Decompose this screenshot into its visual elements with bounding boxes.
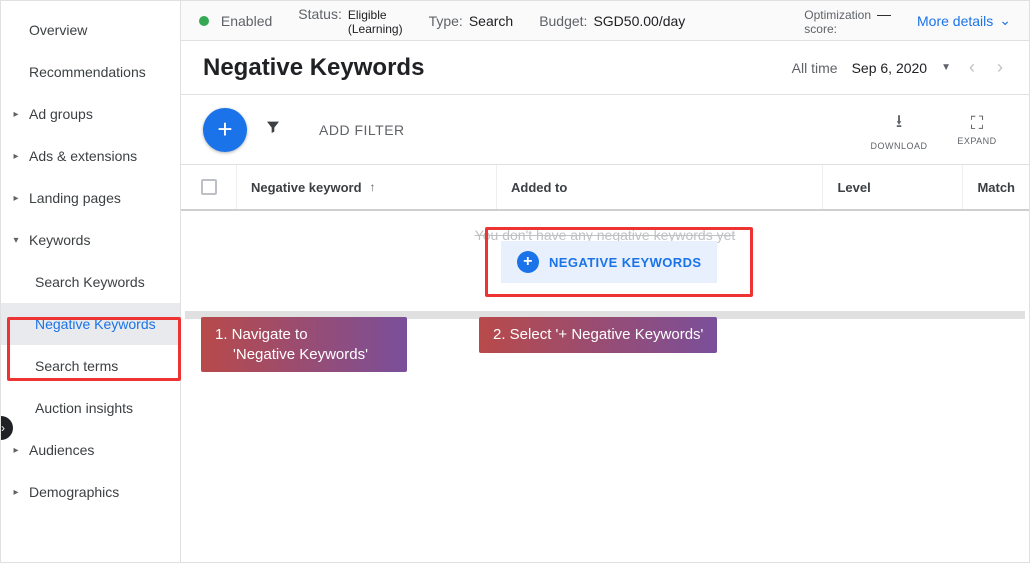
column-match[interactable]: Match xyxy=(963,165,1029,209)
empty-message: You don't have any negative keywords yet xyxy=(181,211,1029,243)
chevron-right-icon: ▸ xyxy=(9,193,23,204)
plus-icon: + xyxy=(517,251,539,273)
sidebar-item-label: Demographics xyxy=(29,484,119,500)
sidebar-item-label: Negative Keywords xyxy=(35,316,156,332)
status-enabled-label: Enabled xyxy=(221,13,272,29)
annotation-step-2: 2. Select '+ Negative Keywords' xyxy=(479,317,717,353)
sidebar-item-label: Landing pages xyxy=(29,190,121,206)
plus-icon: + xyxy=(217,114,232,145)
download-label: DOWNLOAD xyxy=(870,141,927,151)
budget-label: Budget: xyxy=(539,13,587,29)
download-button[interactable]: ⭳ DOWNLOAD xyxy=(869,109,929,151)
sidebar-item-label: Keywords xyxy=(29,232,90,248)
column-label: Negative keyword xyxy=(251,180,362,195)
date-range-label: All time xyxy=(792,60,838,76)
sidebar-item-auction-insights[interactable]: Auction insights xyxy=(1,387,180,429)
column-label: Match xyxy=(977,180,1015,195)
sidebar-item-label: Auction insights xyxy=(35,400,133,416)
more-details-label: More details xyxy=(917,13,993,29)
sidebar-item-recommendations[interactable]: Recommendations xyxy=(1,51,180,93)
sidebar-item-label: Audiences xyxy=(29,442,94,458)
column-negative-keyword[interactable]: Negative keyword ↑ xyxy=(237,165,497,209)
annotation-step-1: 1. Navigate to 'Negative Keywords' xyxy=(201,317,407,372)
type-value: Search xyxy=(469,13,513,29)
sort-ascending-icon: ↑ xyxy=(370,180,376,194)
column-label: Added to xyxy=(511,180,567,195)
sidebar-item-landing-pages[interactable]: ▸ Landing pages xyxy=(1,177,180,219)
page-header: Negative Keywords All time Sep 6, 2020 ▼… xyxy=(181,41,1029,95)
more-details-link[interactable]: More details ⌄ xyxy=(917,12,1011,29)
sidebar-item-label: Overview xyxy=(29,22,87,38)
date-prev-button[interactable]: ‹ xyxy=(965,53,979,82)
date-next-button[interactable]: › xyxy=(993,53,1007,82)
add-negative-keywords-button[interactable]: + NEGATIVE KEYWORDS xyxy=(501,241,717,283)
date-range-picker[interactable]: All time Sep 6, 2020 ▼ ‹ › xyxy=(792,53,1007,82)
download-icon: ⭳ xyxy=(896,109,902,139)
chevron-right-icon: ▸ xyxy=(9,445,23,456)
type-kv: Type: Search xyxy=(429,13,514,29)
sidebar-item-label: Search terms xyxy=(35,358,118,374)
main: Enabled Status: Eligible (Learning) Type… xyxy=(181,1,1029,562)
status-value: Eligible (Learning) xyxy=(348,8,403,36)
dropdown-triangle-icon: ▼ xyxy=(941,62,951,73)
sidebar-item-negative-keywords[interactable]: Negative Keywords xyxy=(1,303,180,345)
type-label: Type: xyxy=(429,13,463,29)
status-kv: Status: Eligible (Learning) xyxy=(298,6,402,36)
date-value: Sep 6, 2020 xyxy=(852,60,928,76)
sidebar-item-overview[interactable]: Overview xyxy=(1,9,180,51)
sidebar-item-keywords[interactable]: ▾ Keywords xyxy=(1,219,180,261)
table-header: Negative keyword ↑ Added to Level Match xyxy=(181,165,1029,211)
budget-kv: Budget: SGD50.00/day xyxy=(539,13,685,29)
campaign-status-bar: Enabled Status: Eligible (Learning) Type… xyxy=(181,1,1029,41)
expand-icon: ⛶ xyxy=(971,113,984,134)
select-all-cell[interactable] xyxy=(181,165,237,209)
column-added-to[interactable]: Added to xyxy=(497,165,823,209)
budget-value: SGD50.00/day xyxy=(593,13,685,29)
status-enabled: Enabled xyxy=(199,13,272,29)
sidebar-item-ads-extensions[interactable]: ▸ Ads & extensions xyxy=(1,135,180,177)
column-label: Level xyxy=(837,180,870,195)
chevron-right-icon: ▸ xyxy=(9,487,23,498)
status-label: Status: xyxy=(298,6,342,22)
page-title: Negative Keywords xyxy=(203,54,424,82)
sidebar-item-label: Ad groups xyxy=(29,106,93,122)
sidebar-item-label: Ads & extensions xyxy=(29,148,137,164)
sidebar-item-audiences[interactable]: ▸ Audiences xyxy=(1,429,180,471)
column-level[interactable]: Level xyxy=(823,165,963,209)
expand-label: EXPAND xyxy=(957,136,996,146)
optimization-value: — xyxy=(877,6,891,22)
sidebar-item-ad-groups[interactable]: ▸ Ad groups xyxy=(1,93,180,135)
filter-icon[interactable] xyxy=(265,119,281,140)
chevron-down-icon: ▾ xyxy=(9,235,23,246)
sidebar: Overview Recommendations ▸ Ad groups ▸ A… xyxy=(1,1,181,562)
optimization-label: Optimization score: xyxy=(804,8,871,36)
expand-button[interactable]: ⛶ EXPAND xyxy=(947,113,1007,146)
chevron-right-icon: ▸ xyxy=(9,109,23,120)
status-dot-icon xyxy=(199,16,209,26)
chevron-right-icon: ▸ xyxy=(9,151,23,162)
sidebar-item-label: Search Keywords xyxy=(35,274,145,290)
select-all-checkbox[interactable] xyxy=(201,179,217,195)
toolbar: + ADD FILTER ⭳ DOWNLOAD ⛶ EXPAND xyxy=(181,95,1029,165)
negative-keywords-label: NEGATIVE KEYWORDS xyxy=(549,255,701,270)
chevron-down-icon: ⌄ xyxy=(999,12,1011,29)
sidebar-item-label: Recommendations xyxy=(29,64,146,80)
optimization-kv: Optimization score: — xyxy=(804,6,891,36)
add-filter-button[interactable]: ADD FILTER xyxy=(319,122,405,138)
sidebar-item-demographics[interactable]: ▸ Demographics xyxy=(1,471,180,513)
add-button[interactable]: + xyxy=(203,108,247,152)
sidebar-item-search-terms[interactable]: Search terms xyxy=(1,345,180,387)
empty-state: You don't have any negative keywords yet… xyxy=(181,211,1029,311)
sidebar-item-search-keywords[interactable]: Search Keywords xyxy=(1,261,180,303)
